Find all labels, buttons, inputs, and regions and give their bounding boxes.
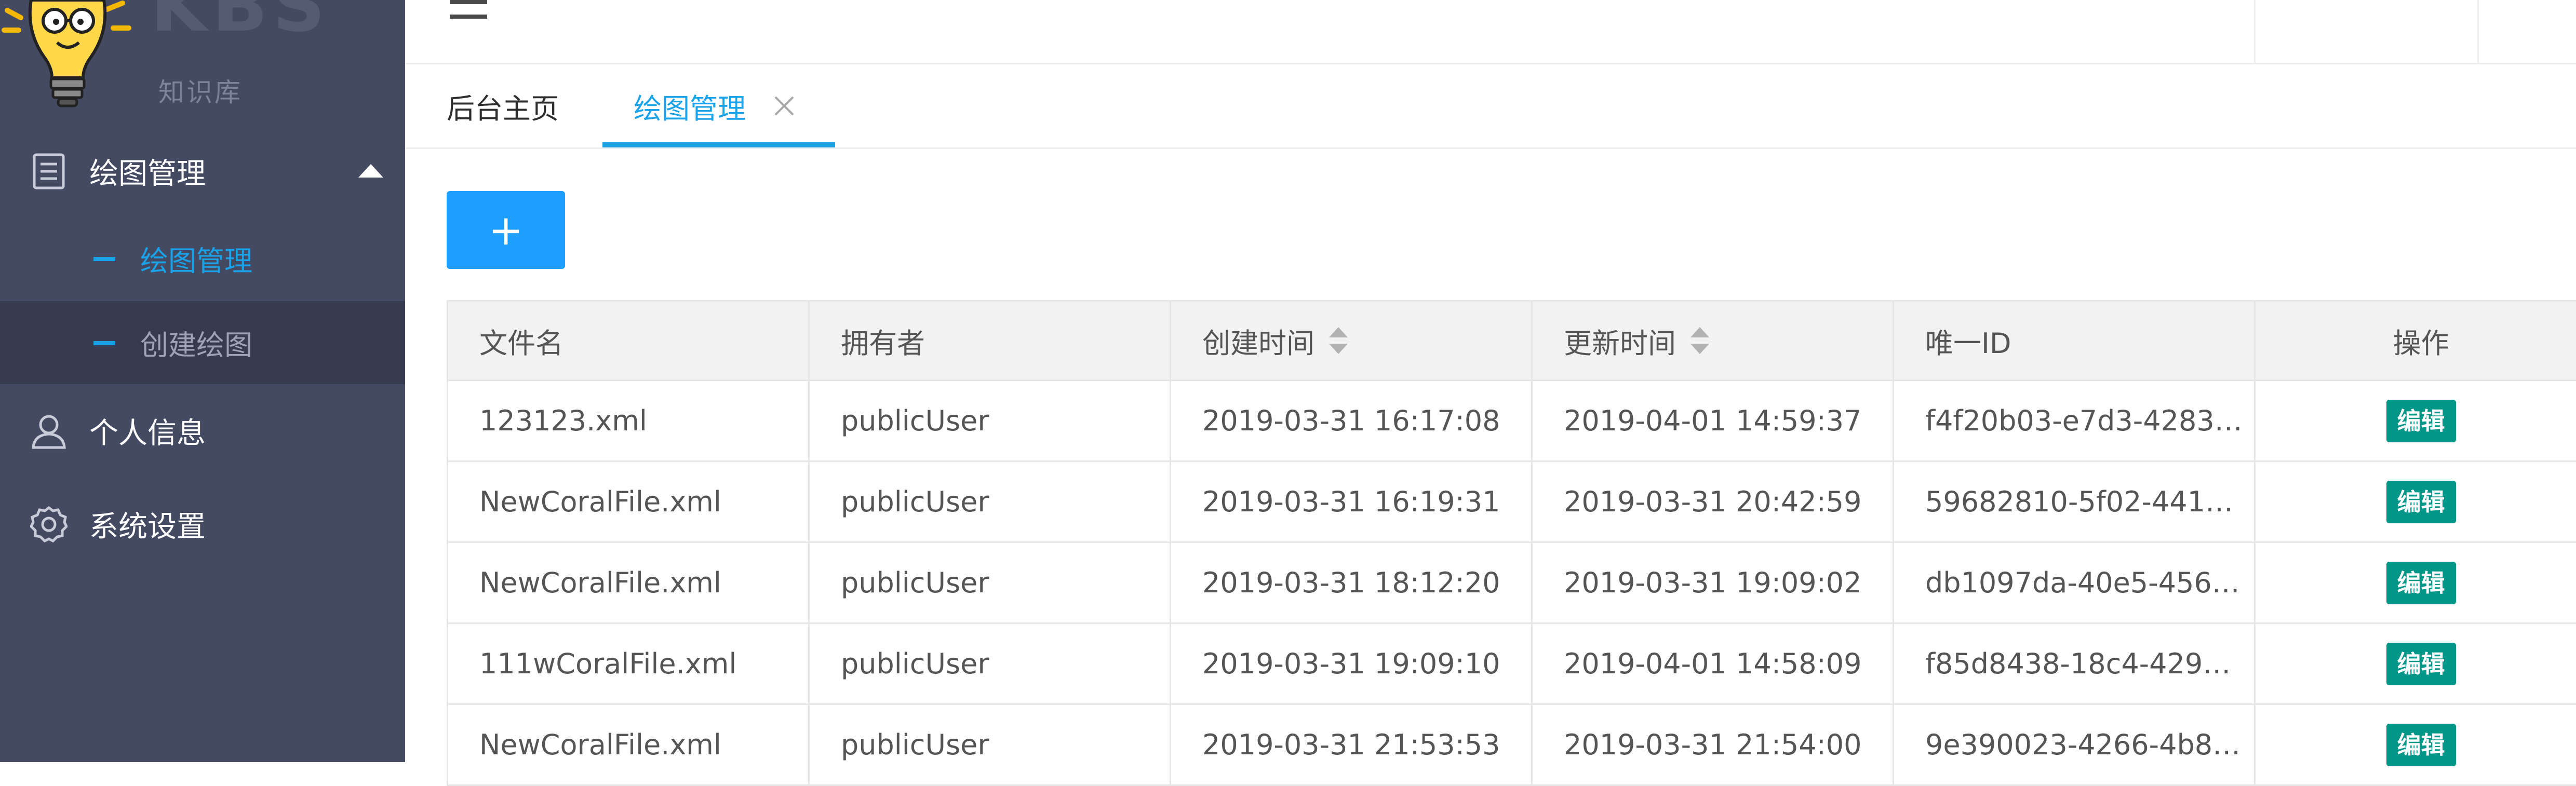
actions-cell: 编辑 — [2254, 543, 2576, 624]
close-icon[interactable] — [771, 93, 797, 119]
main-content: 后台主页 绘图管理 + 文件名 拥有者 创建时间 更新时间 唯一ID 操作 123123.x… — [405, 0, 2576, 786]
column-header-label: 文件名 — [479, 327, 564, 360]
column-header-label: 更新时间 — [1564, 327, 1676, 360]
document-icon — [33, 153, 65, 189]
col-uid-header: 唯一ID — [1893, 300, 2254, 381]
hamburger-menu-icon[interactable] — [450, 0, 487, 22]
lightbulb-logo-icon — [2, 0, 131, 107]
table-row: NewCoralFile.xml publicUser 2019-03-31 16:… — [447, 462, 2576, 543]
sidebar-item-label: 个人信息 — [89, 416, 206, 451]
sidebar-subitem-drawing-management[interactable]: 绘图管理 — [0, 217, 405, 300]
sidebar-subitem-label: 绘图管理 — [140, 245, 252, 278]
col-filename-header: 文件名 — [447, 300, 808, 381]
col-updated-cell: 2019-03-31 20:42:59 — [1531, 462, 1893, 543]
col-owner-cell: publicUser — [808, 543, 1170, 624]
sort-icon[interactable] — [1691, 327, 1709, 354]
table-row: 111wCoralFile.xml publicUser 2019-03-31 19… — [447, 624, 2576, 705]
sidebar-item-personal-info[interactable]: 个人信息 — [0, 389, 405, 472]
dash-icon — [93, 257, 115, 261]
divider — [2477, 0, 2479, 63]
col-uid-cell: 59682810-5f02-441… — [1893, 462, 2254, 543]
col-owner-cell: publicUser — [808, 624, 1170, 705]
dash-icon — [93, 341, 115, 345]
tab-home[interactable]: 后台主页 — [447, 64, 559, 147]
sidebar-item-label: 绘图管理 — [89, 157, 206, 191]
tab-drawing-management[interactable]: 绘图管理 — [634, 64, 746, 147]
col-filename-cell: NewCoralFile.xml — [447, 705, 808, 786]
col-created-cell: 2019-03-31 21:53:53 — [1170, 705, 1531, 786]
col-owner-cell: publicUser — [808, 381, 1170, 462]
col-uid-cell: f4f20b03-e7d3-4283… — [1893, 381, 2254, 462]
column-header-label: 操作 — [2393, 327, 2449, 360]
sidebar-subitem-create-drawing[interactable]: 创建绘图 — [0, 301, 405, 384]
col-created-header[interactable]: 创建时间 — [1170, 300, 1531, 381]
col-filename-cell: NewCoralFile.xml — [447, 462, 808, 543]
edit-button[interactable]: 编辑 — [2386, 480, 2456, 523]
gear-icon — [30, 506, 68, 543]
col-updated-header[interactable]: 更新时间 — [1531, 300, 1893, 381]
actions-cell: 编辑 — [2254, 381, 2576, 462]
col-updated-cell: 2019-03-31 21:54:00 — [1531, 705, 1893, 786]
col-created-cell: 2019-03-31 16:19:31 — [1170, 462, 1531, 543]
col-created-cell: 2019-03-31 19:09:10 — [1170, 624, 1531, 705]
col-filename-cell: 123123.xml — [447, 381, 808, 462]
col-uid-cell: db1097da-40e5-456… — [1893, 543, 2254, 624]
actions-cell: 编辑 — [2254, 705, 2576, 786]
sidebar-item-label: 系统设置 — [89, 510, 206, 544]
col-owner-cell: publicUser — [808, 705, 1170, 786]
col-uid-cell: f85d8438-18c4-429… — [1893, 624, 2254, 705]
sidebar-item-system-settings[interactable]: 系统设置 — [0, 483, 405, 566]
edit-button[interactable]: 编辑 — [2386, 561, 2456, 604]
col-updated-cell: 2019-04-01 14:59:37 — [1531, 381, 1893, 462]
column-header-label: 唯一ID — [1925, 327, 2011, 360]
table-row: NewCoralFile.xml publicUser 2019-03-31 21:… — [447, 705, 2576, 786]
col-filename-cell: 111wCoralFile.xml — [447, 624, 808, 705]
actions-cell: 编辑 — [2254, 462, 2576, 543]
col-owner-cell: publicUser — [808, 462, 1170, 543]
col-uid-cell: 9e390023-4266-4b8… — [1893, 705, 2254, 786]
actions-cell: 编辑 — [2254, 624, 2576, 705]
sidebar-item-drawing-management[interactable]: 绘图管理 — [0, 130, 405, 213]
table-row: NewCoralFile.xml publicUser 2019-03-31 18:… — [447, 543, 2576, 624]
col-created-cell: 2019-03-31 18:12:20 — [1170, 543, 1531, 624]
col-actions-header: 操作 — [2254, 300, 2576, 381]
sidebar: KBS 知识库 绘图管理 绘图管理 创建绘图 个人信息 系统设置 — [0, 0, 405, 762]
edit-button[interactable]: 编辑 — [2386, 642, 2456, 685]
sort-icon[interactable] — [1329, 327, 1348, 354]
table-row: 123123.xml publicUser 2019-03-31 16:17:08 2… — [447, 381, 2576, 462]
sidebar-subitem-label: 创建绘图 — [140, 329, 252, 362]
col-created-cell: 2019-03-31 16:17:08 — [1170, 381, 1531, 462]
column-header-label: 拥有者 — [841, 327, 925, 360]
add-button[interactable]: + — [447, 191, 565, 269]
edit-button[interactable]: 编辑 — [2386, 399, 2456, 442]
top-bar — [405, 0, 2576, 64]
tab-bar: 后台主页 绘图管理 — [405, 64, 2576, 149]
col-updated-cell: 2019-04-01 14:58:09 — [1531, 624, 1893, 705]
edit-button[interactable]: 编辑 — [2386, 723, 2456, 766]
col-owner-header: 拥有者 — [808, 300, 1170, 381]
col-filename-cell: NewCoralFile.xml — [447, 543, 808, 624]
table-header-row: 文件名 拥有者 创建时间 更新时间 唯一ID 操作 — [447, 300, 2576, 381]
divider — [2254, 0, 2256, 63]
active-tab-indicator — [602, 142, 835, 147]
user-icon — [32, 415, 66, 449]
caret-up-icon[interactable] — [358, 164, 383, 178]
logo-text: KBS — [151, 0, 331, 48]
logo-subtitle: 知识库 — [158, 77, 243, 107]
column-header-label: 创建时间 — [1202, 327, 1314, 360]
col-updated-cell: 2019-03-31 19:09:02 — [1531, 543, 1893, 624]
